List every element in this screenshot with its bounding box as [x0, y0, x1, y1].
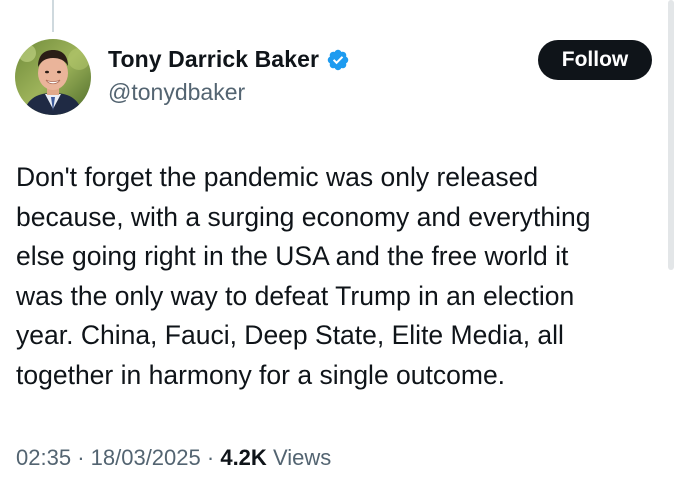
avatar-image: [15, 39, 91, 115]
views-label: Views: [272, 445, 332, 470]
thread-connector-line: [52, 0, 54, 32]
author-display-name[interactable]: Tony Darrick Baker: [108, 46, 319, 73]
verified-badge-icon[interactable]: [326, 48, 350, 72]
meta-separator: ·: [206, 445, 215, 470]
avatar[interactable]: [15, 39, 91, 115]
follow-button[interactable]: Follow: [538, 40, 652, 80]
tweet-meta: 02:35 · 18/03/2025 · 4.2K Views: [16, 445, 331, 471]
scrollbar[interactable]: [668, 0, 674, 270]
tweet-time[interactable]: 02:35: [16, 445, 71, 470]
views-count[interactable]: 4.2K: [220, 445, 266, 470]
meta-separator: ·: [77, 445, 85, 470]
author-handle[interactable]: @tonydbaker: [108, 79, 245, 106]
tweet-date[interactable]: 18/03/2025: [91, 445, 201, 470]
tweet-text: Don't forget the pandemic was only relea…: [16, 162, 591, 390]
author-name-row[interactable]: Tony Darrick Baker: [108, 46, 350, 73]
